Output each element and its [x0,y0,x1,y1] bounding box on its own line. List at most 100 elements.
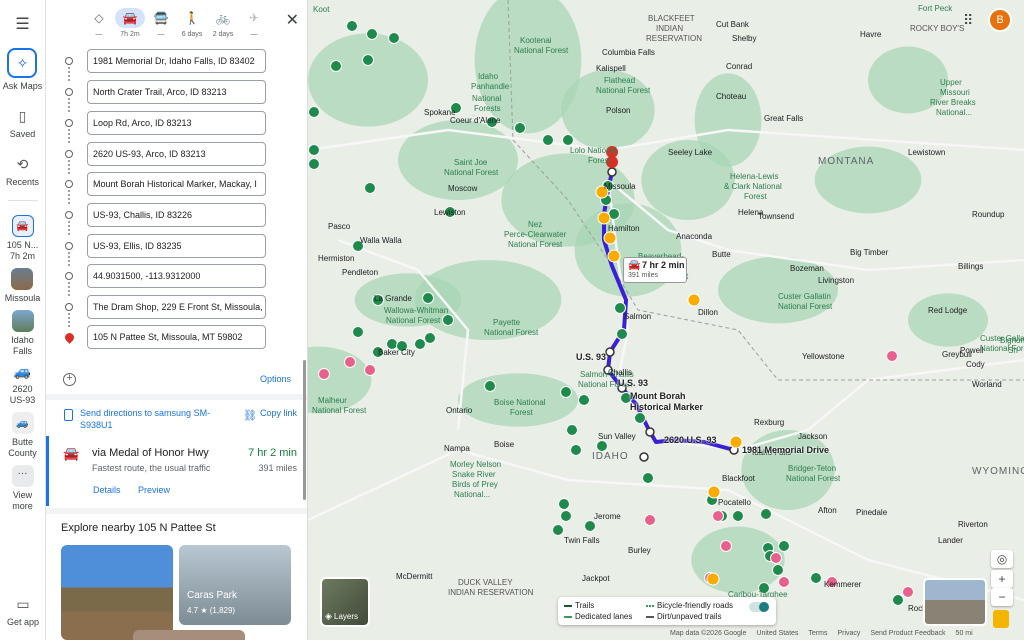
panel-scrollbar[interactable] [303,360,306,500]
mode-walking[interactable]: 🚶 6 days [177,8,207,38]
stop-input[interactable]: The Dram Shop, 229 E Front St, Missoula, [87,295,266,319]
get-app-button[interactable]: ▭ Get app [0,596,46,628]
footer-link[interactable]: 50 mi [956,630,973,637]
map-label: National Forest [514,46,569,55]
menu-icon[interactable]: ☰ [15,14,29,34]
route-option-card[interactable]: 🚘 via Medal of Honor Hwy 7 hr 2 min Fast… [46,436,307,506]
stop-connector [68,221,70,235]
diamond-icon: ◇ [94,11,104,25]
route-time: 7 hr 2 min [248,447,297,459]
preview-button[interactable]: Preview [138,485,170,495]
map-footer: Map data ©2026 Google United States Terms P… [670,630,983,637]
stop-input[interactable]: US-93, Challis, ID 83226 [87,203,266,227]
mode-cycling[interactable]: 🚲 2 days [208,8,238,38]
recent-item-butte-county[interactable]: 🚙 Butte County [8,412,38,459]
trailhead-marker-icon [352,326,364,338]
explore-card[interactable] [133,630,245,640]
stop-input[interactable]: Loop Rd, Arco, ID 83213 [87,111,266,135]
street-view-thumbnail[interactable] [923,578,987,626]
apps-grid-icon[interactable]: ⠿ [963,12,973,29]
recent-item-route[interactable]: 🚘 105 N... 7h 2m [4,215,42,262]
explore-card[interactable] [61,545,173,640]
mode-best[interactable]: ◇ — [84,8,114,38]
route-stop-marker [639,452,649,462]
trailhead-marker-icon [558,498,570,510]
recent-item-label: Butte County [8,437,37,458]
stop-input[interactable]: 1981 Memorial Dr, Idaho Falls, ID 83402 [87,49,266,73]
recent-item-missoula[interactable]: Missoula [5,268,40,304]
map-label: Nez [528,220,543,229]
copy-link-button[interactable]: Copy link [260,407,300,419]
map-label: Kootenai [520,36,552,45]
mode-driving[interactable]: 🚘 7h 2m [115,8,145,38]
bubble-time: 7 hr 2 min [642,260,685,270]
map-label: Payette [493,318,521,327]
layers-button[interactable]: ◈ Layers [320,577,370,627]
destination-pin-icon [63,331,76,344]
trailhead-marker-icon [422,292,434,304]
stop-dot-icon [65,242,73,250]
mode-time: 6 days [181,31,203,38]
stop-dot-icon [65,272,73,280]
footer-link[interactable]: Send Product Feedback [870,630,945,637]
footer-link[interactable]: Privacy [837,630,860,637]
stop-input[interactable]: 44.9031500, -113.9312000 [87,264,266,288]
map-label: Jackson [798,432,828,441]
stop-dot-icon [65,180,73,188]
recent-item-idaho-falls[interactable]: Idaho Falls [8,310,38,357]
recents-label: Recents [5,177,40,187]
route-stop-marker [605,347,615,357]
zoom-out-button[interactable]: − [991,588,1013,606]
send-to-phone-link[interactable]: Send directions to samsung SM-S938U1 [80,407,230,431]
map-label: INDIAN [656,24,684,33]
pegman-icon[interactable] [993,610,1009,628]
map-label: Custer Gallatin [778,292,831,301]
ask-maps-button[interactable]: ✧ Ask Maps [3,48,42,92]
stop-input[interactable]: Mount Borah Historical Marker, Mackay, I [87,172,266,196]
saved-button[interactable]: ▯ Saved [10,108,36,140]
details-button[interactable]: Details [93,485,121,495]
options-button[interactable]: Options [260,374,291,384]
recent-item-2620-us-93[interactable]: 🚙 2620 US-93 [5,363,41,406]
zoom-in-button[interactable]: + [991,570,1013,588]
trailhead-marker-icon [584,520,596,532]
footer-link[interactable]: Terms [808,630,827,637]
recents-button[interactable]: ⟲ Recents [6,156,39,188]
trailhead-marker-icon [578,394,590,406]
map-label: National... [936,108,973,117]
stop-connector [68,252,70,266]
map-label: National Forest [484,328,539,337]
mode-transit[interactable]: 🚍 — [146,8,176,38]
stop-input[interactable]: US-93, Ellis, ID 83235 [87,234,266,258]
account-avatar[interactable]: B [988,8,1012,32]
footer-link[interactable]: United States [756,630,798,637]
stop-input[interactable]: 105 N Pattee St, Missoula, MT 59802 [87,325,266,349]
legend-dedicated: Dedicated lanes [564,612,632,621]
legend-trails-label: Trails [575,601,595,610]
close-icon[interactable]: ✕ [286,10,299,30]
legend-dirt-label: Dirt/unpaved trails [657,612,722,621]
map-label: Roundup [972,210,1005,219]
map-label: Blackfoot [722,474,755,483]
bubble-distance: 391 miles [628,272,658,279]
map-label: Billings [958,262,984,271]
map-canvas[interactable]: Koot Kootenai National Forest Idaho Panhandl… [308,0,1024,640]
map-label: Historical Marker [630,402,704,412]
map-label: National Forest [386,316,441,325]
my-location-icon[interactable]: ◎ [991,550,1013,568]
legend-bike-label: Bicycle-friendly roads [657,601,734,610]
route-info-bubble[interactable]: 🚘 7 hr 2 min 391 miles [623,257,687,283]
add-destination-icon[interactable]: + [63,373,76,386]
stop-input[interactable]: 2620 US-93, Arco, ID 83213 [87,142,266,166]
stop-input[interactable]: North Crater Trail, Arco, ID 83213 [87,80,266,104]
mode-flights[interactable]: ✈ — [239,8,269,38]
map-label: Afton [818,506,837,515]
map-label: Big Timber [850,248,889,257]
rail-divider [7,200,38,201]
trailhead-marker-icon [442,314,454,326]
view-more-button[interactable]: ··· View more [8,465,38,512]
place-marker-icon [318,368,330,380]
trailhead-marker-icon [642,472,654,484]
bike-layer-toggle[interactable] [749,602,769,612]
explore-card[interactable]: Caras Park 4.7 ★ (1,829) [179,545,291,625]
